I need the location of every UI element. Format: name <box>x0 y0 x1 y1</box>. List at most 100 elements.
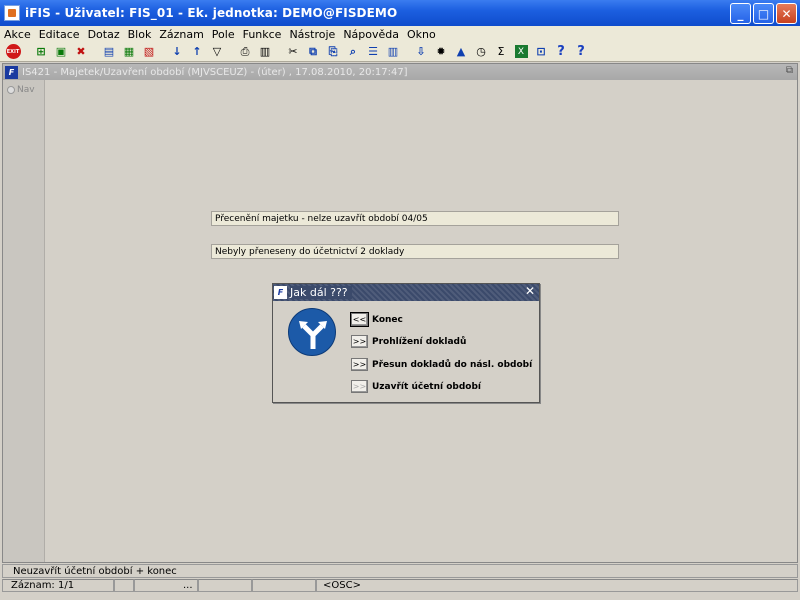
menu-akce[interactable]: Akce <box>4 28 31 41</box>
menu-blok[interactable]: Blok <box>128 28 152 41</box>
menu-dotaz[interactable]: Dotaz <box>88 28 120 41</box>
nav-icon <box>7 86 15 94</box>
record-counter: Záznam: 1/1 <box>2 578 114 592</box>
option-uzavrit: >> Uzavřít účetní období <box>351 380 481 393</box>
excel-button[interactable]: X <box>512 44 530 60</box>
help-icon: ? <box>557 44 565 59</box>
close-button[interactable]: ✕ <box>776 3 797 24</box>
save-button[interactable]: ▣ <box>52 44 70 60</box>
direction-sign-icon <box>288 308 336 356</box>
copy-button[interactable]: ⧉ <box>304 44 322 60</box>
status-cell <box>114 578 134 592</box>
menu-funkce[interactable]: Funkce <box>243 28 282 41</box>
toolbar-separator <box>276 44 282 60</box>
window-icon: ⊡ <box>536 45 546 58</box>
nav-item[interactable]: Nav <box>3 80 44 95</box>
form-title-bar: F IS421 - Majetek/Uzavření období (MJVSC… <box>3 64 797 80</box>
report-icon: ▥ <box>259 45 271 58</box>
cut-button[interactable]: ✂ <box>284 44 302 60</box>
uzavrit-obdobi-button[interactable]: >> <box>351 380 368 393</box>
menu-editace[interactable]: Editace <box>39 28 80 41</box>
konec-button[interactable]: << <box>350 312 369 327</box>
toolbar-separator <box>92 44 98 60</box>
option-konec: << Konec <box>350 312 403 327</box>
copy-icon: ⧉ <box>309 44 317 58</box>
paste-button[interactable]: ⎘ <box>324 44 342 60</box>
app-icon[interactable] <box>4 5 20 21</box>
sort-asc-button[interactable]: ↓ <box>168 44 186 60</box>
minimize-button[interactable]: _ <box>730 3 751 24</box>
clock-button[interactable]: ◷ <box>472 44 490 60</box>
status-bar: Záznam: 1/1 ... <OSC> <box>2 578 798 592</box>
nav-label: Nav <box>17 85 35 95</box>
status-cell <box>252 578 316 592</box>
menu-pole[interactable]: Pole <box>212 28 235 41</box>
maximize-button[interactable]: □ <box>753 3 774 24</box>
osc-indicator: <OSC> <box>316 578 798 592</box>
columns-button[interactable]: ▥ <box>384 44 402 60</box>
sigma-icon: Σ <box>497 45 505 58</box>
help-context-button[interactable]: ? <box>552 44 570 60</box>
help-button[interactable]: ? <box>572 44 590 60</box>
toolbar: EXIT ⊞ ▣ ✖ ▤ ▦ ▧ ↓ ↑ ▽ ⎙ ▥ ✂ ⧉ ⎘ ⌕ ☰ ▥ ⇩… <box>0 42 800 62</box>
presun-dokladu-button[interactable]: >> <box>351 358 368 371</box>
menu-nastroje[interactable]: Nástroje <box>289 28 335 41</box>
option-label: Uzavřít účetní období <box>372 381 481 392</box>
triangle-icon: ▲ <box>456 45 466 58</box>
message-field-2: Nebyly přeneseny do účetnictví 2 doklady <box>211 244 619 259</box>
query-icon: ▤ <box>103 45 115 58</box>
option-prohlizeni: >> Prohlížení dokladů <box>351 335 466 348</box>
window-title: iFIS - Uživatel: FIS_01 - Ek. jednotka: … <box>25 6 398 20</box>
filter-icon: ▽ <box>212 45 222 58</box>
filter-button[interactable]: ▽ <box>208 44 226 60</box>
delete-record-button[interactable]: ✖ <box>72 44 90 60</box>
exit-icon: EXIT <box>5 44 21 59</box>
option-label: Přesun dokladů do násl. období <box>372 359 533 370</box>
query-enter-button[interactable]: ▤ <box>100 44 118 60</box>
sort-desc-button[interactable]: ↑ <box>188 44 206 60</box>
list-button[interactable]: ☰ <box>364 44 382 60</box>
menu-bar: Akce Editace Dotaz Blok Záznam Pole Funk… <box>0 26 800 42</box>
option-label: Konec <box>372 314 403 325</box>
query-run-icon: ▦ <box>123 45 135 58</box>
message-field-1: Přecenění majetku - nelze uzavřít období… <box>211 211 619 226</box>
report-button[interactable]: ▥ <box>256 44 274 60</box>
toolbar-separator <box>228 44 234 60</box>
choice-dialog: F Jak dál ??? ✕ << Konec >> Prohlížení d… <box>272 283 540 403</box>
hint-line: Neuzavřít účetní období + konec <box>2 564 798 578</box>
add-row-icon: ⊞ <box>36 45 46 58</box>
menu-okno[interactable]: Okno <box>407 28 436 41</box>
dialog-title-bar: F Jak dál ??? ✕ <box>273 284 539 301</box>
sun-icon: ✹ <box>436 45 446 58</box>
ifis-logo-icon: F <box>274 286 287 299</box>
status-cell <box>198 578 252 592</box>
toolbar-separator <box>24 44 30 60</box>
clock-icon: ◷ <box>476 45 486 58</box>
window-button[interactable]: ⊡ <box>532 44 550 60</box>
toolbar-separator <box>160 44 166 60</box>
menu-zaznam[interactable]: Záznam <box>159 28 203 41</box>
excel-icon: X <box>514 45 528 58</box>
menu-napoveda[interactable]: Nápověda <box>343 28 399 41</box>
restore-icon[interactable]: ⧉ <box>786 65 793 76</box>
sum-button[interactable]: Σ <box>492 44 510 60</box>
query-cancel-button[interactable]: ▧ <box>140 44 158 60</box>
query-cancel-icon: ▧ <box>143 45 155 58</box>
query-execute-button[interactable]: ▦ <box>120 44 138 60</box>
print-button[interactable]: ⎙ <box>236 44 254 60</box>
list-icon: ☰ <box>368 45 378 58</box>
prohlizeni-dokladu-button[interactable]: >> <box>351 335 368 348</box>
form-title: IS421 - Majetek/Uzavření období (MJVSCEU… <box>22 66 408 78</box>
exit-button[interactable]: EXIT <box>4 44 22 60</box>
export-button[interactable]: ⇩ <box>412 44 430 60</box>
dialog-close-icon[interactable]: ✕ <box>525 284 535 298</box>
find-button[interactable]: ⌕ <box>344 44 362 60</box>
paste-icon: ⎘ <box>328 44 338 58</box>
ifis-logo-icon: F <box>5 65 18 79</box>
insert-record-button[interactable]: ⊞ <box>32 44 50 60</box>
title-bar: iFIS - Uživatel: FIS_01 - Ek. jednotka: … <box>0 0 800 26</box>
sort-asc-icon: ↓ <box>172 45 182 58</box>
chart-button[interactable]: ▲ <box>452 44 470 60</box>
option-label: Prohlížení dokladů <box>372 336 467 347</box>
settings-button[interactable]: ✹ <box>432 44 450 60</box>
